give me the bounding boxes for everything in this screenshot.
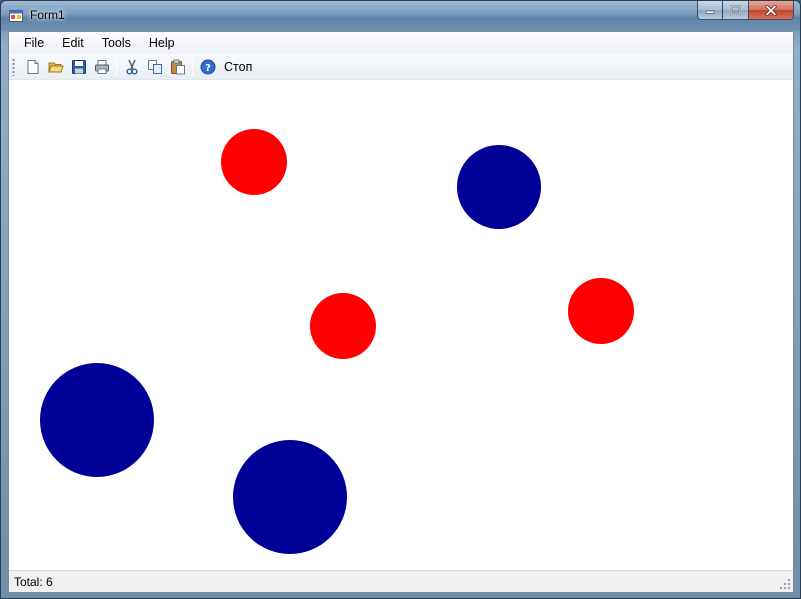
circles-drawing bbox=[40, 129, 634, 554]
toolbar: ? Стоп bbox=[9, 54, 793, 80]
red-circle bbox=[568, 278, 634, 344]
minimize-button[interactable] bbox=[697, 1, 723, 20]
help-button[interactable]: ? bbox=[196, 56, 219, 78]
window-controls bbox=[697, 1, 794, 21]
status-bar: Total: 6 bbox=[9, 570, 793, 592]
red-circle bbox=[310, 293, 376, 359]
blue-circle bbox=[457, 145, 541, 229]
close-icon bbox=[765, 4, 777, 16]
toolbar-separator bbox=[192, 57, 193, 76]
svg-text:?: ? bbox=[205, 62, 211, 73]
menu-tools[interactable]: Tools bbox=[93, 33, 140, 53]
cut-icon bbox=[126, 59, 137, 74]
resize-grip-icon[interactable] bbox=[779, 578, 791, 590]
toolbar-grip[interactable] bbox=[12, 57, 15, 76]
maximize-icon bbox=[730, 5, 741, 15]
total-count-label: Total: 6 bbox=[14, 575, 53, 589]
form-client-area: File Edit Tools Help ? Стоп Total: 6 bbox=[8, 31, 794, 593]
blue-circle bbox=[40, 363, 154, 477]
stop-button[interactable]: Стоп bbox=[224, 60, 252, 74]
app-window: Form1 File Edit Tools Help ? Стоп Total:… bbox=[0, 0, 801, 599]
copy-button[interactable] bbox=[143, 56, 166, 78]
window-title: Form1 bbox=[30, 8, 65, 22]
save-icon bbox=[71, 59, 86, 74]
maximize-button[interactable] bbox=[723, 1, 749, 20]
toolbar-separator bbox=[116, 57, 117, 76]
minimize-icon bbox=[705, 10, 715, 14]
menu-edit[interactable]: Edit bbox=[53, 33, 93, 53]
menu-bar: File Edit Tools Help bbox=[9, 32, 793, 54]
cut-button[interactable] bbox=[120, 56, 143, 78]
help-icon: ? bbox=[200, 59, 215, 74]
copy-icon bbox=[147, 59, 162, 74]
print-icon bbox=[94, 59, 109, 74]
title-bar[interactable]: Form1 bbox=[1, 1, 800, 31]
menu-help[interactable]: Help bbox=[140, 33, 184, 53]
open-button[interactable] bbox=[44, 56, 67, 78]
new-document-icon bbox=[27, 59, 38, 74]
open-folder-icon bbox=[47, 62, 64, 72]
red-circle bbox=[221, 129, 287, 195]
form-icon bbox=[9, 9, 23, 23]
save-button[interactable] bbox=[67, 56, 90, 78]
paste-button[interactable] bbox=[166, 56, 189, 78]
blue-circle bbox=[233, 440, 347, 554]
paste-icon bbox=[170, 59, 185, 74]
new-button[interactable] bbox=[21, 56, 44, 78]
menu-file[interactable]: File bbox=[15, 33, 53, 53]
print-button[interactable] bbox=[90, 56, 113, 78]
drawing-canvas[interactable] bbox=[9, 81, 793, 571]
close-button[interactable] bbox=[749, 1, 794, 20]
